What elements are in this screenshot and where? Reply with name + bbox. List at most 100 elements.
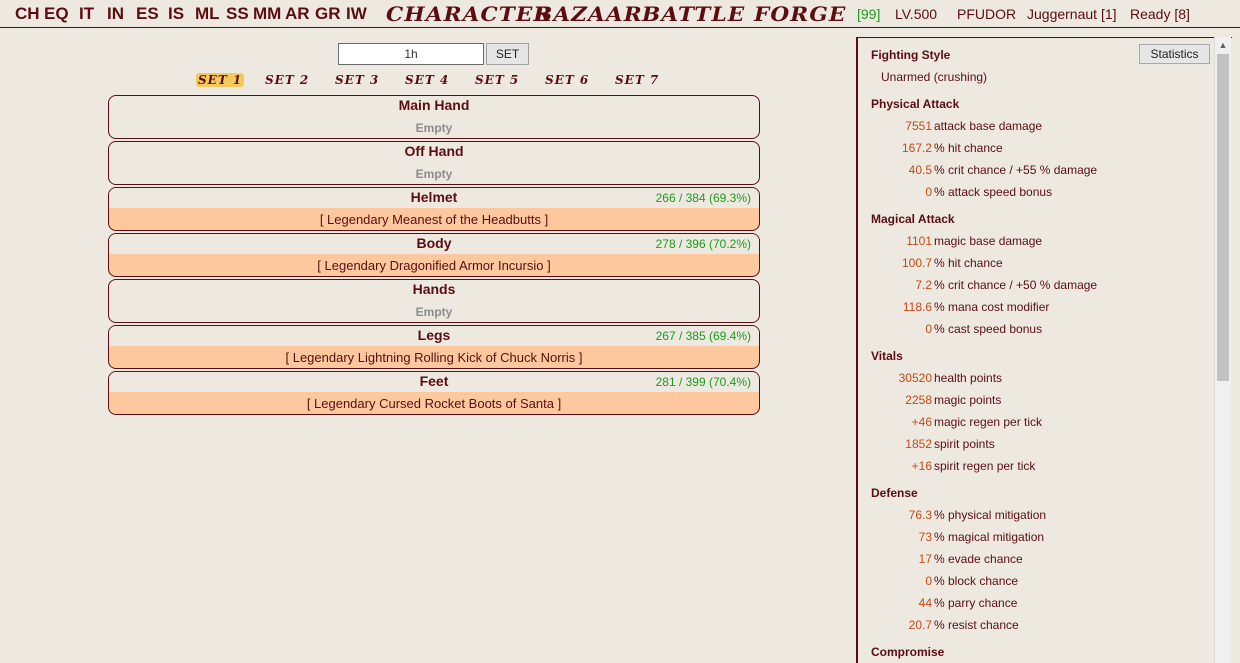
- stat-label: % parry chance: [934, 596, 1018, 610]
- nav-is[interactable]: IS: [168, 4, 184, 24]
- equipped-item-link[interactable]: [ Legendary Meanest of the Headbutts ]: [109, 212, 759, 227]
- nav-mm[interactable]: MM: [253, 4, 281, 24]
- physical-attack-heading: Physical Attack: [871, 97, 960, 111]
- empty-label: Empty: [415, 305, 453, 319]
- stat-value: 44: [918, 596, 932, 610]
- nav-eq[interactable]: EQ: [44, 4, 69, 24]
- stat-row: 76.3% physical mitigation: [860, 508, 1210, 524]
- top-navigation: CH EQ IT IN ES IS ML SS MM AR GR IW CHAR…: [0, 0, 1240, 28]
- stat-label: % magical mitigation: [934, 530, 1045, 544]
- durability-text: 266 / 384 (69.3%): [655, 191, 751, 205]
- stat-row: 0% cast speed bonus: [860, 322, 1210, 338]
- slot-label: Main Hand: [398, 97, 470, 113]
- stat-row: 167.2% hit chance: [860, 141, 1210, 157]
- stat-value: 0: [925, 322, 932, 336]
- stat-row: 118.6% mana cost modifier: [860, 300, 1210, 316]
- nav-gr[interactable]: GR: [315, 4, 341, 24]
- stat-row: 20.7% resist chance: [860, 618, 1210, 634]
- durability-text: 281 / 399 (70.4%): [655, 375, 751, 389]
- vitals-heading: Vitals: [871, 349, 903, 363]
- slot-hands[interactable]: Hands Empty: [108, 279, 760, 323]
- stat-label: health points: [934, 371, 1003, 385]
- stat-value: 17: [918, 552, 932, 566]
- slot-off-hand[interactable]: Off Hand Empty: [108, 141, 760, 185]
- stat-row: 30520 health points: [860, 371, 1210, 387]
- stat-row: 1101 magic base damage: [860, 234, 1210, 250]
- scroll-up-arrow-icon[interactable]: ▲: [1215, 37, 1231, 54]
- stamina-count: [99]: [857, 6, 881, 22]
- nav-ch[interactable]: CH: [15, 4, 40, 24]
- level-label: LV.500: [895, 6, 938, 22]
- stat-row: 17% evade chance: [860, 552, 1210, 568]
- slot-feet[interactable]: Feet 281 / 399 (70.4%) [ Legendary Curse…: [108, 371, 760, 415]
- stat-value: 7.2: [915, 278, 932, 292]
- tab-set-7[interactable]: SET 7: [613, 73, 661, 87]
- slot-main-hand[interactable]: Main Hand Empty: [108, 95, 760, 139]
- empty-label: Empty: [415, 167, 453, 181]
- stat-value: 76.3: [908, 508, 932, 522]
- stat-row: +16 spirit regen per tick: [860, 459, 1210, 475]
- stat-label: spirit points: [934, 437, 995, 451]
- nav-iw[interactable]: IW: [346, 4, 367, 24]
- nav-es[interactable]: ES: [136, 4, 159, 24]
- persona-name[interactable]: PFUDOR: [957, 6, 1016, 22]
- stat-value: 0: [925, 574, 932, 588]
- stat-row: 7.2% crit chance / +50 % damage: [860, 278, 1210, 294]
- stat-label: % hit chance: [934, 256, 1003, 270]
- stat-row: 1852 spirit points: [860, 437, 1210, 453]
- tab-set-3[interactable]: SET 3: [333, 73, 381, 87]
- durability-text: 278 / 396 (70.2%): [655, 237, 751, 251]
- persona-slot[interactable]: Juggernaut [1]: [1027, 6, 1117, 22]
- stat-label: spirit regen per tick: [934, 459, 1036, 473]
- stat-value: 1852: [905, 437, 932, 451]
- empty-label: Empty: [415, 121, 453, 135]
- stat-value: 30520: [898, 371, 932, 385]
- stat-label: % attack speed bonus: [934, 185, 1053, 199]
- stat-value: 40.5: [908, 163, 932, 177]
- equipped-item-link[interactable]: [ Legendary Cursed Rocket Boots of Santa…: [109, 396, 759, 411]
- stat-row: 73% magical mitigation: [860, 530, 1210, 546]
- nav-it[interactable]: IT: [79, 4, 94, 24]
- nav-bazaar[interactable]: BAZAAR: [534, 2, 643, 26]
- tab-set-4[interactable]: SET 4: [403, 73, 451, 87]
- stat-value: +46: [911, 415, 932, 429]
- tab-set-2[interactable]: SET 2: [263, 73, 311, 87]
- slot-helmet[interactable]: Helmet 266 / 384 (69.3%) [ Legendary Mea…: [108, 187, 760, 231]
- equipped-item-link[interactable]: [ Legendary Dragonified Armor Incursio ]: [109, 258, 759, 273]
- nav-ss[interactable]: SS: [226, 4, 249, 24]
- stat-row: 0% attack speed bonus: [860, 185, 1210, 201]
- equipped-item-link[interactable]: [ Legendary Lightning Rolling Kick of Ch…: [109, 350, 759, 365]
- durability-text: 267 / 385 (69.4%): [655, 329, 751, 343]
- nav-character[interactable]: CHARACTER: [386, 2, 552, 26]
- scroll-thumb[interactable]: [1217, 54, 1229, 381]
- tab-set-5[interactable]: SET 5: [473, 73, 521, 87]
- set-button[interactable]: SET: [486, 43, 529, 65]
- statistics-button[interactable]: Statistics: [1139, 44, 1210, 64]
- stat-row: 40.5% crit chance / +55 % damage: [860, 163, 1210, 179]
- tab-set-1[interactable]: SET 1: [196, 73, 245, 87]
- slot-legs[interactable]: Legs 267 / 385 (69.4%) [ Legendary Light…: [108, 325, 760, 369]
- stat-label: % crit chance / +55 % damage: [934, 163, 1098, 177]
- stat-label: % resist chance: [934, 618, 1019, 632]
- nav-ar[interactable]: AR: [285, 4, 310, 24]
- nav-battle[interactable]: BATTLE: [642, 2, 745, 26]
- stat-value: 0: [925, 185, 932, 199]
- slot-label: Hands: [412, 281, 456, 297]
- stat-value: 20.7: [908, 618, 932, 632]
- stat-label: magic base damage: [934, 234, 1043, 248]
- stat-label: % physical mitigation: [934, 508, 1047, 522]
- nav-in[interactable]: IN: [107, 4, 124, 24]
- tab-set-6[interactable]: SET 6: [543, 73, 591, 87]
- stat-value: 7551: [905, 119, 932, 133]
- stat-label: % block chance: [934, 574, 1019, 588]
- stat-row: 2258 magic points: [860, 393, 1210, 409]
- set-name-input[interactable]: [338, 43, 484, 65]
- nav-forge[interactable]: FORGE: [754, 2, 846, 26]
- stat-label: % mana cost modifier: [934, 300, 1050, 314]
- stats-scrollbar[interactable]: ▲: [1214, 37, 1231, 663]
- fighting-style-heading: Fighting Style: [871, 48, 951, 62]
- stat-value: 73: [918, 530, 932, 544]
- stat-row: 44% parry chance: [860, 596, 1210, 612]
- nav-ml[interactable]: ML: [195, 4, 220, 24]
- slot-body[interactable]: Body 278 / 396 (70.2%) [ Legendary Drago…: [108, 233, 760, 277]
